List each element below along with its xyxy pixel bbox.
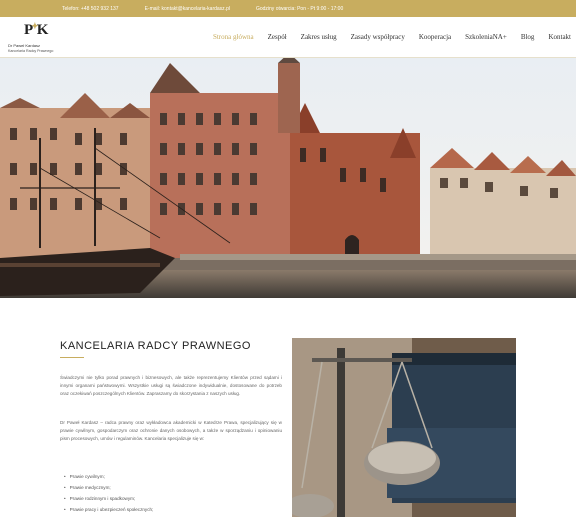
intro-paragraph: Świadczymi nie tylko porad prawnych i bi…: [60, 375, 282, 396]
justice-scales-photo: [292, 338, 516, 517]
nav-item-2[interactable]: Zakres usług: [301, 33, 337, 41]
nav-item-6[interactable]: Blog: [521, 33, 535, 41]
nav-item-0[interactable]: Strona główna: [213, 33, 254, 41]
phone-info[interactable]: Telefon: +48 502 932 137: [62, 6, 119, 12]
hero-image-gdansk-waterfront: [0, 58, 576, 298]
hours-info: Godziny otwarcia: Pon - Pt 9:00 - 17:00: [255, 5, 344, 12]
list-item: Prawie rodzinnym i spadkowym;: [64, 493, 153, 504]
nav-item-5[interactable]: SzkoleniaNA+: [465, 33, 507, 41]
email-info[interactable]: E-mail: kontakt@kancelaria-kardasz.pl: [145, 6, 230, 12]
main-nav: Strona główna Zespół Zakres usług Zasady ws…: [199, 33, 571, 41]
about-paragraph: Dr Paweł Kardasz – radca prawny oraz wyk…: [60, 420, 282, 441]
site-header: P✦K Dr Paweł Kardasz Kancelaria Radcy Pr…: [0, 17, 576, 58]
logo-mark: P✦K: [24, 21, 48, 38]
top-contact-bar: Telefon: +48 502 932 137 E-mail: kontakt…: [0, 0, 576, 17]
list-item: Prawie cywilnym;: [64, 471, 153, 482]
nav-item-1[interactable]: Zespół: [268, 33, 287, 41]
nav-item-3[interactable]: Zasady współpracy: [351, 33, 405, 41]
services-list: Prawie cywilnym;Prawie medycznym;Prawie …: [64, 471, 154, 515]
title-divider: [60, 357, 84, 358]
list-item: Prawie pracy i ubezpieczeń społecznych;: [64, 504, 154, 515]
list-item: Prawie medycznym;: [64, 482, 153, 493]
logo-tagline: Kancelaria Radcy Prawnego: [8, 49, 54, 53]
page-title: KANCELARIA RADCY PRAWNEGO: [60, 340, 251, 352]
nav-item-4[interactable]: Kooperacja: [419, 33, 451, 41]
site-logo[interactable]: P✦K Dr Paweł Kardasz Kancelaria Radcy Pr…: [8, 21, 68, 56]
nav-item-7[interactable]: Kontakt: [548, 33, 571, 41]
logo-name: Dr Paweł Kardasz: [8, 43, 41, 48]
